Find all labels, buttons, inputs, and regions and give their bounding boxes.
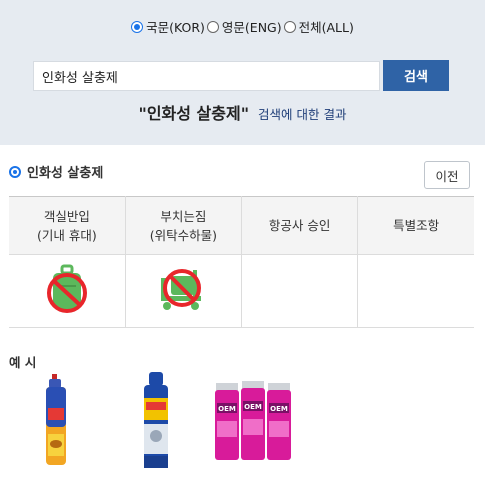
section-title: 인화성 살충제 — [27, 166, 104, 181]
lang-option-kor[interactable]: 국문(KOR) — [131, 17, 205, 36]
header-airline-approval: 항공사 승인 — [241, 196, 359, 255]
result-suffix: 검색에 대한 결과 — [258, 107, 347, 122]
header-carry-on: 객실반입 (기내 휴대) — [9, 196, 126, 255]
insecticide-spray-can-2 — [144, 372, 168, 468]
result-heading: "인화성 살충제" 검색에 대한 결과 — [0, 100, 485, 124]
language-selector: 국문(KOR) 영문(ENG) 전체(ALL) — [0, 17, 485, 36]
lang-all-label: 전체(ALL) — [298, 20, 354, 35]
example-label: 예 시 — [9, 355, 37, 370]
radio-all-icon[interactable] — [283, 20, 296, 33]
cell-airline-approval — [241, 254, 359, 328]
header-checked-line2: (위탁수하물) — [149, 227, 217, 243]
result-query: "인화성 살충제" — [138, 104, 250, 123]
cell-checked — [125, 254, 243, 328]
table-row — [9, 254, 474, 328]
header-carry-on-line2: (기내 휴대) — [37, 227, 97, 243]
lang-option-all[interactable]: 전체(ALL) — [283, 17, 354, 36]
search-input[interactable] — [33, 61, 380, 91]
header-special-provision: 특별조항 — [357, 196, 474, 255]
header-airline-approval-label: 항공사 승인 — [268, 218, 331, 233]
carry-on-prohibited-icon — [46, 264, 87, 313]
insecticide-spray-can-1 — [46, 374, 66, 465]
table-header-row: 객실반입 (기내 휴대) 부치는짐 (위탁수하물) 항공사 승인 특별조항 — [9, 196, 474, 255]
rules-table: 객실반입 (기내 휴대) 부치는짐 (위탁수하물) 항공사 승인 특별조항 — [9, 196, 474, 328]
checked-baggage-prohibited-icon — [161, 269, 202, 310]
radio-kor-icon[interactable] — [131, 20, 144, 33]
prev-button[interactable]: 이전 — [424, 161, 470, 189]
lang-kor-label: 국문(KOR) — [146, 20, 205, 35]
oem-spray-cans: OEM OEM OEM — [215, 381, 291, 460]
lang-option-eng[interactable]: 영문(ENG) — [206, 17, 282, 36]
header-special-provision-label: 특별조항 — [393, 218, 440, 233]
cell-special-provision — [357, 254, 474, 328]
search-button[interactable]: 검색 — [383, 60, 449, 91]
svg-text:OEM: OEM — [270, 405, 288, 413]
section-bullet-icon — [9, 165, 21, 178]
header-checked-line1: 부치는짐 — [160, 208, 207, 224]
section-header: 인화성 살충제 — [9, 162, 103, 181]
svg-text:OEM: OEM — [244, 403, 262, 411]
cell-carry-on — [9, 254, 126, 328]
lang-eng-label: 영문(ENG) — [221, 20, 282, 35]
svg-text:OEM: OEM — [218, 405, 236, 413]
header-carry-on-line1: 객실반입 — [43, 208, 90, 224]
search-panel: 국문(KOR) 영문(ENG) 전체(ALL) 검색 "인화성 살충제" 검색에… — [0, 0, 485, 145]
header-checked: 부치는짐 (위탁수하물) — [125, 196, 243, 255]
radio-eng-icon[interactable] — [206, 20, 219, 33]
